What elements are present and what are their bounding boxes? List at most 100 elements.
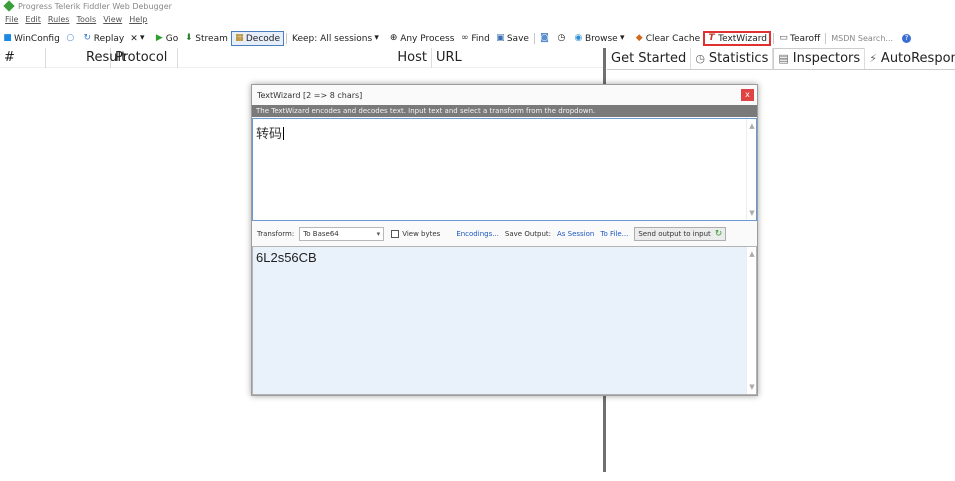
stream-arrow-icon: ⬇ [185,33,193,43]
tab-get-started[interactable]: Get Started [607,48,692,69]
decode-label: Decode [245,33,281,44]
camera-icon: ◙ [540,33,549,43]
encodings-link[interactable]: Encodings... [456,230,499,238]
msdn-search-input[interactable]: MSDN Search... [828,34,896,43]
winconfig-button[interactable]: ■ WinConfig [0,31,63,46]
tab-inspectors[interactable]: ▤ Inspectors [773,48,866,69]
textwizard-dialog: TextWizard [2 => 8 chars] x The TextWiza… [251,84,758,396]
send-output-button[interactable]: Send output to input ↻ [634,227,727,241]
window-title: Progress Telerik Fiddler Web Debugger [18,1,172,11]
stream-label: Stream [195,33,228,44]
column-host[interactable]: Host [178,47,432,68]
comment-icon: ○ [66,33,75,43]
column-result[interactable]: Result [46,47,126,68]
refresh-icon: ↻ [714,229,723,239]
fiddler-logo-icon [3,0,15,12]
screenshot-button[interactable]: ◙ [537,31,554,46]
transform-select[interactable]: To Base64 ▾ [299,227,385,241]
help-icon[interactable]: ? [902,34,912,43]
transform-select-value: To Base64 [303,230,339,238]
timer-icon: ◷ [557,33,566,43]
scroll-down-icon[interactable]: ▼ [748,209,756,217]
winconfig-label: WinConfig [14,33,60,44]
transform-controls: Transform: To Base64 ▾ View bytes Encodi… [252,224,757,244]
dialog-close-button[interactable]: x [741,89,754,101]
tab-autoresponder-label: AutoResponder [880,50,955,66]
inspectors-icon: ▤ [778,52,789,65]
send-output-label: Send output to input [638,230,711,238]
menu-edit[interactable]: Edit [25,15,41,24]
replay-button[interactable]: ↻ Replay [80,31,127,46]
textwizard-button[interactable]: T TextWizard [703,31,772,46]
remove-dropdown-button[interactable]: ✕ ▾ [127,31,152,46]
comment-button[interactable]: ○ [63,31,80,46]
tab-autoresponder[interactable]: ⚡ AutoResponder [865,48,955,69]
clear-cache-icon: ◆ [635,33,643,43]
menu-rules[interactable]: Rules [48,15,70,24]
view-bytes-checkbox[interactable] [391,230,400,238]
session-grid-header: # Result Protocol Host URL [0,47,604,68]
view-bytes-label[interactable]: View bytes [402,230,440,238]
replay-icon: ↻ [83,33,92,43]
tearoff-icon: ▭ [779,33,788,43]
lightning-icon: ⚡ [869,51,877,65]
column-protocol[interactable]: Protocol [111,47,178,68]
dialog-info-bar: The TextWizard encodes and decodes text.… [252,105,757,117]
input-textarea[interactable]: 转码 ▲ ▼ [252,118,757,221]
dialog-titlebar: TextWizard [2 => 8 chars] [252,85,757,105]
crosshair-icon: ⊕ [389,33,398,43]
transform-label: Transform: [257,230,295,238]
decode-button[interactable]: ▦ Decode [230,31,285,46]
menu-bar: File Edit Rules Tools View Help [0,13,154,25]
decode-icon: ▦ [235,33,244,43]
main-toolbar: ■ WinConfig ○ ↻ Replay ✕ ▾ ▶ Go ⬇ Stream… [0,31,955,46]
clear-cache-label: Clear Cache [645,33,701,44]
browser-icon: ◉ [574,33,583,43]
menu-help[interactable]: Help [129,15,147,24]
dialog-title: TextWizard [2 => 8 chars] [257,90,363,100]
output-text: 6L2s56CB [256,250,317,265]
clear-cache-button[interactable]: ◆ Clear Cache [632,31,703,46]
find-button[interactable]: ∞ Find [457,31,492,46]
scroll-down-icon[interactable]: ▼ [748,383,756,391]
menu-tools[interactable]: Tools [76,15,96,24]
tearoff-button[interactable]: ▭ Tearoff [776,31,823,46]
tab-get-started-label: Get Started [611,50,687,66]
chevron-down-icon: ▾ [376,230,381,238]
scroll-up-icon[interactable]: ▲ [748,250,756,258]
chevron-down-icon: ▾ [374,33,379,43]
keep-sessions-dropdown[interactable]: Keep: All sessions ▾ [289,31,386,46]
input-scrollbar[interactable]: ▲ ▼ [746,119,756,220]
go-button[interactable]: ▶ Go [152,31,181,46]
remove-icon: ✕ [130,33,138,44]
stream-button[interactable]: ⬇ Stream [181,31,231,46]
browse-button[interactable]: ◉ Browse ▾ [571,31,632,46]
save-output-label: Save Output: [504,230,551,238]
timer-button[interactable]: ◷ [554,31,571,46]
output-scrollbar[interactable]: ▲ ▼ [746,247,756,394]
column-number[interactable]: # [0,47,46,68]
stopwatch-icon: ◷ [695,51,705,65]
window-titlebar: Progress Telerik Fiddler Web Debugger [0,0,955,12]
keep-sessions-label: Keep: All sessions [292,33,373,44]
tab-statistics[interactable]: ◷ Statistics [691,48,774,69]
any-process-button[interactable]: ⊕ Any Process [386,31,457,46]
save-button[interactable]: ▣ Save [493,31,532,46]
play-icon: ▶ [155,33,163,43]
chevron-down-icon: ▾ [619,33,625,43]
find-label: Find [471,33,490,44]
toolbar-separator [286,33,288,44]
tab-inspectors-label: Inspectors [792,51,861,66]
menu-file[interactable]: File [5,15,18,24]
windows-icon: ■ [3,33,12,43]
browse-label: Browse [584,33,618,44]
toolbar-separator [825,33,827,44]
menu-view[interactable]: View [103,15,122,24]
scroll-up-icon[interactable]: ▲ [748,122,756,130]
as-session-link[interactable]: As Session [557,230,594,238]
tab-statistics-label: Statistics [708,50,769,66]
to-file-link[interactable]: To File... [600,230,628,238]
toolbar-separator [773,33,775,44]
output-textarea[interactable]: 6L2s56CB ▲ ▼ [252,246,757,395]
column-url[interactable]: URL [432,48,604,68]
